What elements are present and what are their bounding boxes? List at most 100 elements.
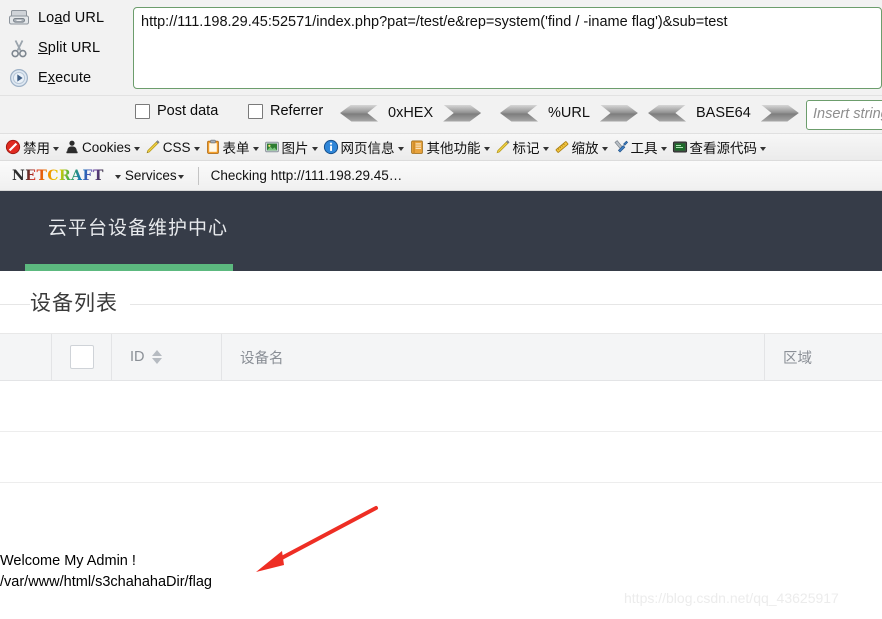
devbar-item-images[interactable]: 图片 (261, 135, 320, 160)
chevron-down-icon[interactable] (483, 146, 490, 151)
devbar-label-resize: 缩放 (571, 141, 599, 156)
misc-icon (408, 138, 426, 156)
tools-icon (612, 138, 630, 156)
url-encode-arrow-icon[interactable] (599, 104, 638, 122)
chevron-down-icon[interactable] (114, 175, 121, 179)
hex-encoder-group[interactable]: 0xHEX (340, 100, 482, 126)
execute-button[interactable]: Execute (0, 63, 128, 93)
table-header-device-name-label: 设备名 (240, 350, 284, 367)
table-header-id-label: ID (130, 349, 145, 365)
execute-icon (6, 67, 32, 89)
chevron-down-icon[interactable] (177, 175, 184, 179)
devbar-item-page-info[interactable]: 网页信息 (320, 135, 406, 160)
base64-decode-arrow-icon[interactable] (648, 104, 686, 122)
devbar-label-page-info: 网页信息 (340, 141, 395, 156)
netcraft-services-label[interactable]: Services (125, 168, 177, 183)
chevron-down-icon[interactable] (542, 146, 549, 151)
watermark: https://blog.csdn.net/qq_43625917 (624, 590, 839, 606)
table-row[interactable] (0, 432, 882, 483)
insert-string-input[interactable]: Insert string (806, 100, 882, 130)
load-url-label: Load URL (38, 10, 105, 26)
header-accent-bar (25, 264, 233, 271)
devbar-label-cookies: Cookies (82, 139, 131, 155)
referrer-label: Referrer (270, 103, 324, 119)
devbar-item-tools[interactable]: 工具 (610, 135, 669, 160)
devbar-label-disable: 禁用 (23, 141, 50, 156)
split-url-icon (6, 37, 32, 59)
netcraft-status-text: Checking http://111.198.29.45… (210, 168, 403, 183)
hex-decode-arrow-icon[interactable] (340, 104, 378, 122)
hex-encode-arrow-icon[interactable] (443, 104, 482, 122)
url-input[interactable]: http://111.198.29.45:52571/index.php?pat… (133, 7, 882, 89)
load-url-button[interactable]: Load URL (0, 3, 128, 33)
cookies-icon (63, 138, 81, 156)
devbar-item-resize[interactable]: 缩放 (551, 135, 610, 160)
chevron-down-icon[interactable] (601, 146, 608, 151)
flag-path-line: /var/www/html/s3chahahaDir/flag (0, 574, 212, 590)
disable-icon (4, 138, 22, 156)
devbar-label-tools: 工具 (630, 141, 658, 156)
split-url-button[interactable]: Split URL (0, 33, 128, 63)
hackbar-encoder-row: Post data Referrer 0xHEX %URL BASE64 Ins… (0, 96, 882, 134)
chevron-down-icon[interactable] (660, 146, 667, 151)
chevron-down-icon[interactable] (252, 146, 259, 151)
split-url-label: Split URL (38, 40, 101, 56)
select-all-checkbox[interactable] (69, 345, 94, 369)
sort-arrows-icon[interactable] (151, 350, 162, 364)
netcraft-divider (197, 166, 199, 185)
url-encoder-group[interactable]: %URL (500, 100, 638, 126)
referrer-checkbox[interactable]: Referrer (248, 103, 323, 119)
hackbar-toolbar: Load URL Split URL Execute http://111.19… (0, 0, 882, 96)
table-row[interactable] (0, 381, 882, 432)
css-icon (144, 138, 162, 156)
post-data-checkbox[interactable]: Post data (135, 103, 218, 119)
table-header-spacer (0, 334, 52, 380)
base64-encoder-group[interactable]: BASE64 (648, 100, 799, 126)
chevron-down-icon[interactable] (760, 146, 767, 151)
hex-label: 0xHEX (388, 105, 434, 121)
devbar-item-cookies[interactable]: Cookies (61, 135, 142, 160)
devbar-item-css[interactable]: CSS (142, 135, 202, 160)
hackbar-actions: Load URL Split URL Execute (0, 0, 128, 96)
page-content: 设备列表 ID 设备名 区域 (0, 271, 882, 483)
site-header: 云平台设备维护中心 (0, 191, 882, 271)
chevron-down-icon[interactable] (193, 146, 200, 151)
outline-icon (494, 138, 512, 156)
table-header-id[interactable]: ID (112, 334, 222, 380)
chevron-down-icon[interactable] (133, 146, 140, 151)
chevron-down-icon[interactable] (53, 146, 59, 151)
url-decode-arrow-icon[interactable] (500, 104, 538, 122)
netcraft-toolbar: NETCRAFT Services Checking http://111.19… (0, 161, 882, 191)
section-title: 设备列表 (30, 287, 130, 317)
annotation-arrow-icon (256, 506, 378, 572)
post-data-label: Post data (157, 103, 219, 119)
devbar-item-disable[interactable]: 禁用 (2, 135, 61, 160)
forms-icon (204, 138, 222, 156)
resize-icon (553, 138, 571, 156)
netcraft-logo[interactable]: NETCRAFT (10, 168, 106, 184)
chevron-down-icon[interactable] (311, 146, 318, 151)
load-url-icon (6, 7, 32, 29)
view-source-icon (671, 138, 689, 156)
devbar-item-outline[interactable]: 标记 (492, 135, 551, 160)
images-icon (263, 138, 281, 156)
base64-encode-arrow-icon[interactable] (760, 104, 799, 122)
devbar-label-outline: 标记 (512, 141, 540, 156)
devbar-label-css: CSS (162, 139, 191, 155)
devbar-item-view-source[interactable]: 查看源代码 (669, 135, 769, 160)
post-data-checkbox-box[interactable] (135, 103, 150, 119)
table-header-select-all[interactable] (52, 334, 112, 380)
execute-label: Execute (38, 70, 92, 86)
devbar-label-misc: 其他功能 (426, 141, 481, 156)
url-label: %URL (548, 105, 590, 121)
table-header-region[interactable]: 区域 (765, 334, 882, 380)
devbar-item-forms[interactable]: 表单 (202, 135, 261, 160)
section-header: 设备列表 (0, 271, 882, 333)
devbar-item-misc[interactable]: 其他功能 (406, 135, 492, 160)
chevron-down-icon[interactable] (397, 146, 404, 151)
table-header-device-name[interactable]: 设备名 (222, 334, 765, 380)
welcome-line: Welcome My Admin ! (0, 553, 136, 569)
referrer-checkbox-box[interactable] (248, 103, 263, 119)
base64-label: BASE64 (696, 105, 751, 121)
page-title: 云平台设备维护中心 (48, 218, 229, 239)
